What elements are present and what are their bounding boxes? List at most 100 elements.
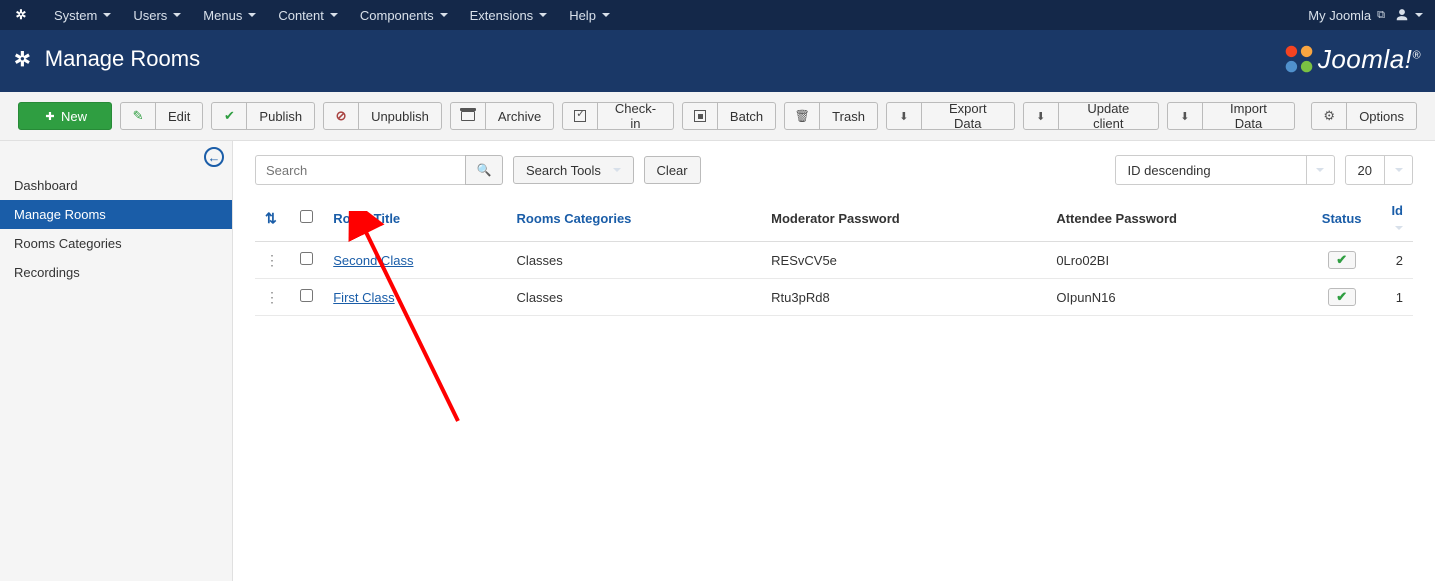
room-title-link[interactable]: Second Class bbox=[333, 253, 413, 268]
chevron-down-icon bbox=[440, 13, 448, 17]
plus-icon bbox=[43, 109, 57, 123]
trash-icon bbox=[795, 109, 809, 123]
topmenu-users[interactable]: Users bbox=[123, 0, 191, 30]
batch-button[interactable]: Batch bbox=[718, 102, 776, 130]
import-icon-button[interactable] bbox=[1167, 102, 1203, 130]
joomla-wordmark: Joomla!® bbox=[1318, 44, 1421, 75]
search-tools-button[interactable]: Search Tools bbox=[513, 156, 634, 184]
row-checkbox[interactable] bbox=[300, 289, 313, 302]
col-moderator-password: Moderator Password bbox=[761, 195, 1046, 242]
table-row: ⋮ Second Class Classes RESvCV5e 0Lro02BI… bbox=[255, 242, 1413, 279]
top-menu: System Users Menus Content Components Ex… bbox=[44, 0, 1308, 30]
col-id-label: Id bbox=[1391, 203, 1403, 218]
checkin-icon-button[interactable] bbox=[562, 102, 598, 130]
room-category: Classes bbox=[507, 279, 762, 316]
main-area: ← Dashboard Manage Rooms Rooms Categorie… bbox=[0, 141, 1435, 581]
sort-order-icon[interactable] bbox=[265, 211, 277, 226]
clear-button[interactable]: Clear bbox=[644, 156, 701, 184]
options-button[interactable]: Options bbox=[1347, 102, 1417, 130]
topmenu-label: System bbox=[54, 8, 97, 23]
status-toggle[interactable]: ✔ bbox=[1328, 288, 1356, 306]
topmenu-extensions[interactable]: Extensions bbox=[460, 0, 558, 30]
trash-button[interactable]: Trash bbox=[820, 102, 878, 130]
topmenu-label: Content bbox=[278, 8, 324, 23]
drag-handle-icon[interactable]: ⋮ bbox=[265, 252, 279, 268]
sidebar: ← Dashboard Manage Rooms Rooms Categorie… bbox=[0, 141, 233, 581]
limit-select[interactable]: 20 bbox=[1345, 155, 1413, 185]
page-header: ✲ Manage Rooms Joomla!® bbox=[0, 30, 1435, 92]
topmenu-menus[interactable]: Menus bbox=[193, 0, 266, 30]
options-icon-button[interactable] bbox=[1311, 102, 1347, 130]
frontend-link[interactable]: My Joomla ⧉ bbox=[1308, 8, 1385, 23]
edit-button[interactable]: Edit bbox=[156, 102, 203, 130]
moderator-password: Rtu3pRd8 bbox=[761, 279, 1046, 316]
new-button[interactable]: New bbox=[18, 102, 112, 130]
trash-icon-button[interactable] bbox=[784, 102, 820, 130]
topmenu-label: Components bbox=[360, 8, 434, 23]
publish-button[interactable]: Publish bbox=[247, 102, 315, 130]
topmenu-label: Help bbox=[569, 8, 596, 23]
col-attendee-password: Attendee Password bbox=[1046, 195, 1311, 242]
col-room-title[interactable]: Room Title bbox=[333, 211, 400, 226]
search-submit-button[interactable] bbox=[465, 155, 503, 185]
joomla-small-icon: ✲ bbox=[12, 7, 30, 23]
check-icon bbox=[222, 109, 236, 123]
publish-icon-button[interactable] bbox=[211, 102, 247, 130]
topmenu-help[interactable]: Help bbox=[559, 0, 620, 30]
limit-value: 20 bbox=[1346, 163, 1384, 178]
user-menu[interactable] bbox=[1395, 8, 1423, 22]
row-checkbox[interactable] bbox=[300, 252, 313, 265]
update-client-button[interactable]: Update client bbox=[1059, 102, 1159, 130]
sidebar-item-dashboard[interactable]: Dashboard bbox=[0, 171, 232, 200]
download-icon bbox=[1034, 109, 1048, 123]
sidebar-item-manage-rooms[interactable]: Manage Rooms bbox=[0, 200, 232, 229]
sidebar-item-rooms-categories[interactable]: Rooms Categories bbox=[0, 229, 232, 258]
chevron-down-icon bbox=[173, 13, 181, 17]
joomla-mark-icon bbox=[1280, 40, 1318, 78]
col-status[interactable]: Status bbox=[1322, 211, 1362, 226]
archive-icon bbox=[461, 111, 475, 121]
room-category: Classes bbox=[507, 242, 762, 279]
chevron-down-icon bbox=[330, 13, 338, 17]
select-all-checkbox[interactable] bbox=[300, 210, 313, 223]
search-input[interactable] bbox=[255, 155, 465, 185]
col-rooms-categories[interactable]: Rooms Categories bbox=[517, 211, 632, 226]
search-icon bbox=[477, 163, 491, 177]
topmenu-label: Users bbox=[133, 8, 167, 23]
status-toggle[interactable]: ✔ bbox=[1328, 251, 1356, 269]
topmenu-label: Extensions bbox=[470, 8, 534, 23]
topmenu-content[interactable]: Content bbox=[268, 0, 348, 30]
room-title-link[interactable]: First Class bbox=[333, 290, 394, 305]
content-area: Search Tools Clear ID descending 20 Room… bbox=[233, 141, 1435, 581]
joomla-page-icon: ✲ bbox=[14, 47, 31, 72]
archive-button[interactable]: Archive bbox=[486, 102, 554, 130]
export-data-button[interactable]: Export Data bbox=[922, 102, 1015, 130]
pencil-icon bbox=[131, 109, 145, 123]
export-icon-button[interactable] bbox=[886, 102, 922, 130]
cancel-circle-icon bbox=[334, 109, 348, 123]
unpublish-button[interactable]: Unpublish bbox=[359, 102, 442, 130]
user-icon bbox=[1395, 8, 1409, 22]
col-id[interactable]: Id bbox=[1391, 203, 1403, 233]
checkin-button[interactable]: Check-in bbox=[598, 102, 674, 130]
sidebar-collapse-icon[interactable]: ← bbox=[204, 147, 224, 167]
unpublish-icon-button[interactable] bbox=[323, 102, 359, 130]
sidebar-item-recordings[interactable]: Recordings bbox=[0, 258, 232, 287]
topmenu-system[interactable]: System bbox=[44, 0, 121, 30]
drag-handle-icon[interactable]: ⋮ bbox=[265, 289, 279, 305]
download-icon bbox=[1178, 109, 1192, 123]
topmenu-components[interactable]: Components bbox=[350, 0, 458, 30]
row-id: 2 bbox=[1372, 242, 1413, 279]
archive-icon-button[interactable] bbox=[450, 102, 486, 130]
rooms-table: Room Title Rooms Categories Moderator Pa… bbox=[255, 195, 1413, 316]
import-data-button[interactable]: Import Data bbox=[1203, 102, 1295, 130]
edit-icon-button[interactable] bbox=[120, 102, 156, 130]
search-group bbox=[255, 155, 503, 185]
topmenu-label: Menus bbox=[203, 8, 242, 23]
batch-icon-button[interactable] bbox=[682, 102, 718, 130]
orderby-select[interactable]: ID descending bbox=[1115, 155, 1335, 185]
chevron-down-icon bbox=[1306, 155, 1334, 185]
attendee-password: OIpunN16 bbox=[1046, 279, 1311, 316]
update-client-icon-button[interactable] bbox=[1023, 102, 1059, 130]
chevron-down-icon bbox=[1384, 155, 1412, 185]
